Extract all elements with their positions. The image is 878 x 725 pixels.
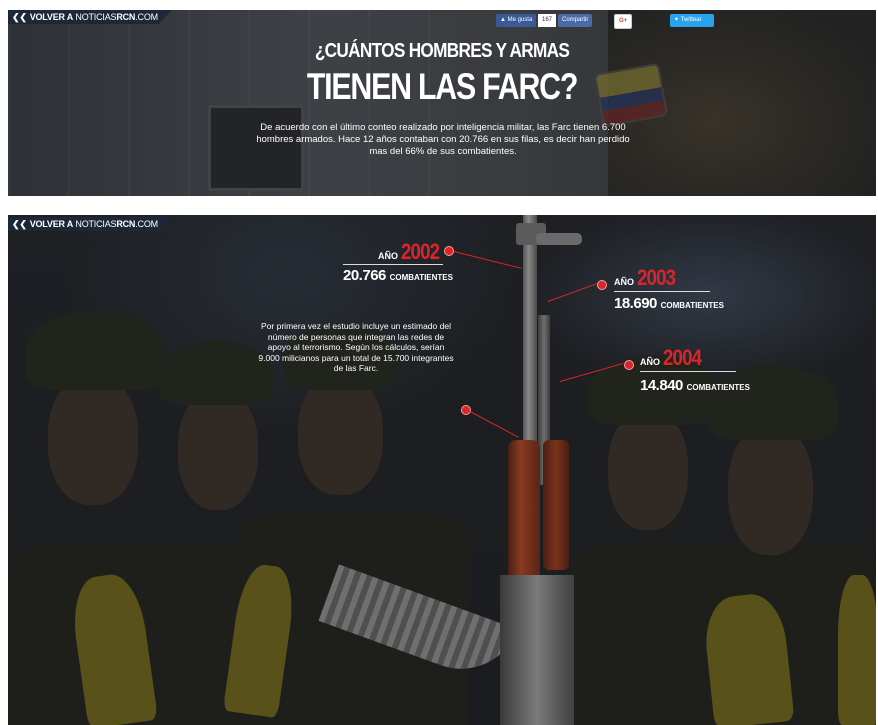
headline-small: ¿CUÁNTOS HOMBRES Y ARMAS xyxy=(314,40,570,62)
facebook-like-button[interactable]: ▲ Me gusta xyxy=(496,14,537,27)
year-2003-label: AÑO 2003 xyxy=(614,265,681,291)
headline-big: TIENEN LAS FARC? xyxy=(306,66,578,107)
combatant-unit: COMBATIENTES xyxy=(660,301,724,310)
twitter-tweet-button[interactable]: ✦ Twittear xyxy=(670,14,714,27)
year-2002-count: 20.766 COMBATIENTES xyxy=(343,267,453,284)
back-link-prefix: VOLVER A xyxy=(29,219,74,229)
year-2003-count: 18.690 COMBATIENTES xyxy=(614,295,724,312)
google-plus-button[interactable]: G+ xyxy=(614,14,633,29)
combatant-unit: COMBATIENTES xyxy=(686,383,750,392)
rifle-handguard-upper xyxy=(543,440,569,570)
facebook-share-button[interactable]: Compartir xyxy=(558,14,593,27)
militia-note: Por primera vez el estudio incluye un es… xyxy=(258,321,454,373)
back-link-prefix: VOLVER A xyxy=(29,12,74,22)
year-2002-marker-dot[interactable] xyxy=(444,246,454,256)
twitter-bird-icon: ✦ xyxy=(674,17,680,23)
intro-text: De acuerdo con el último conteo realizad… xyxy=(256,122,630,157)
year-underline xyxy=(614,291,710,292)
back-link-site-thin: NOTICIAS xyxy=(75,12,117,22)
year-underline xyxy=(343,264,443,265)
year-2004-label: AÑO 2004 xyxy=(640,345,707,371)
year-value: 2004 xyxy=(662,345,702,370)
combatant-unit: COMBATIENTES xyxy=(389,273,453,282)
back-to-noticiasrcn-link[interactable]: ❮❮ VOLVER A NOTICIASRCN.COM xyxy=(8,217,172,231)
year-2003-marker-dot[interactable] xyxy=(597,280,607,290)
twitter-label: Twittear xyxy=(680,17,702,23)
year-prefix: AÑO xyxy=(640,357,660,367)
double-chevron-left-icon: ❮❮ xyxy=(12,12,27,22)
facebook-like-count: 167 xyxy=(538,14,557,27)
combatant-count: 20.766 xyxy=(343,267,386,284)
thumbs-up-icon: ▲ xyxy=(500,17,506,23)
year-2004-count: 14.840 COMBATIENTES xyxy=(640,377,750,394)
hero-panel: ❮❮ VOLVER A NOTICIASRCN.COM ▲ Me gusta 16… xyxy=(8,10,876,196)
back-link-site-thin: NOTICIAS xyxy=(75,219,117,229)
back-to-noticiasrcn-link[interactable]: ❮❮ VOLVER A NOTICIASRCN.COM xyxy=(8,10,172,24)
back-link-site-bold: RCN xyxy=(116,219,136,229)
infographic-panel: ❮❮ VOLVER A NOTICIASRCN.COM AÑO 2002 20.7… xyxy=(8,215,876,725)
back-link-suffix: .COM xyxy=(135,219,158,229)
year-2002-label: AÑO 2002 xyxy=(378,239,445,265)
rifle-bayonet-lug xyxy=(536,233,582,245)
rifle-handguard xyxy=(508,440,540,590)
combatant-count: 18.690 xyxy=(614,295,657,312)
combatant-count: 14.840 xyxy=(640,377,683,394)
year-value: 2003 xyxy=(636,265,676,290)
rifle-receiver xyxy=(500,575,574,725)
double-chevron-left-icon: ❮❮ xyxy=(12,219,27,229)
facebook-like-label: Me gusta xyxy=(507,17,533,23)
back-link-site-bold: RCN xyxy=(116,12,136,22)
year-underline xyxy=(640,371,736,372)
year-prefix: AÑO xyxy=(378,251,398,261)
year-prefix: AÑO xyxy=(614,277,634,287)
year-2004-marker-dot[interactable] xyxy=(624,360,634,370)
year-value: 2002 xyxy=(400,239,440,264)
back-link-suffix: .COM xyxy=(135,12,158,22)
